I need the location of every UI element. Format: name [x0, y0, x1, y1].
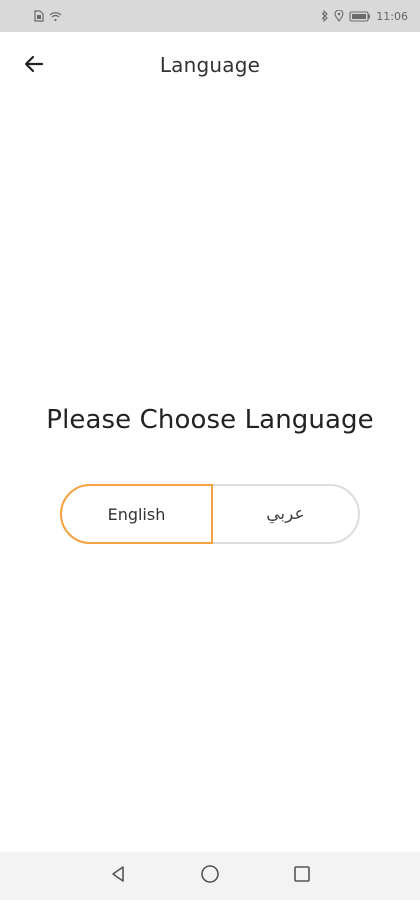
wifi-icon	[49, 11, 62, 22]
arrow-left-icon	[23, 53, 45, 79]
status-left-icons	[34, 10, 62, 22]
bluetooth-icon	[321, 10, 329, 22]
home-circle-icon	[200, 864, 220, 888]
recent-square-icon	[293, 865, 311, 887]
back-button[interactable]	[18, 50, 50, 82]
back-triangle-icon	[109, 865, 127, 887]
language-screen: 11:06 Language Please Choose Language En…	[0, 0, 420, 900]
sim-icon	[34, 10, 44, 22]
arabic-label: عربي	[266, 504, 305, 524]
battery-icon	[349, 10, 371, 22]
app-bar: Language	[0, 32, 420, 100]
nav-home-button[interactable]	[198, 864, 222, 888]
location-icon	[334, 10, 344, 22]
language-selector: English عربي	[60, 484, 360, 544]
language-prompt: Please Choose Language	[46, 405, 374, 435]
english-option[interactable]: English	[60, 484, 213, 544]
status-time: 11:06	[376, 9, 408, 23]
nav-recent-button[interactable]	[290, 864, 314, 888]
page-title: Language	[159, 53, 261, 77]
nav-back-button[interactable]	[106, 864, 130, 888]
navigation-bar	[0, 852, 420, 900]
arabic-option[interactable]: عربي	[213, 486, 358, 542]
english-label: English	[107, 504, 166, 524]
status-right-icons: 11:06	[321, 10, 408, 23]
status-bar: 11:06	[0, 0, 420, 32]
